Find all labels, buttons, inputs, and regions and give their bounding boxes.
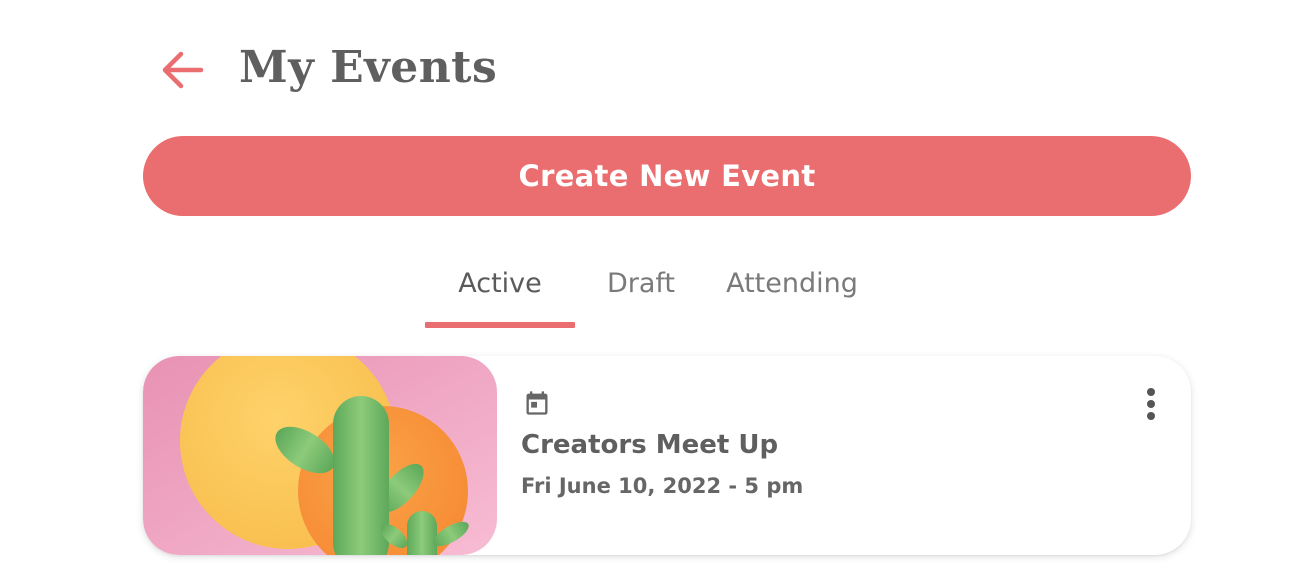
calendar-icon <box>526 391 548 415</box>
tab-draft[interactable]: Draft <box>575 256 707 328</box>
header: My Events <box>143 30 497 110</box>
more-vertical-icon <box>1147 388 1155 420</box>
event-date: Fri June 10, 2022 - 5 pm <box>521 474 804 498</box>
tab-active[interactable]: Active <box>425 256 575 328</box>
create-new-event-button[interactable]: Create New Event <box>143 136 1191 216</box>
cactus-illustration <box>143 356 497 555</box>
event-options-button[interactable] <box>1133 384 1169 424</box>
event-tabs: Active Draft Attending <box>425 256 877 328</box>
arrow-left-icon <box>162 51 204 89</box>
my-events-page: My Events Create New Event Active Draft … <box>0 0 1292 576</box>
event-thumbnail <box>143 356 497 555</box>
tab-attending[interactable]: Attending <box>707 256 877 328</box>
event-card[interactable]: Creators Meet Up Fri June 10, 2022 - 5 p… <box>143 356 1191 555</box>
page-title: My Events <box>239 42 498 93</box>
back-button[interactable] <box>151 39 213 101</box>
event-title: Creators Meet Up <box>521 430 779 460</box>
